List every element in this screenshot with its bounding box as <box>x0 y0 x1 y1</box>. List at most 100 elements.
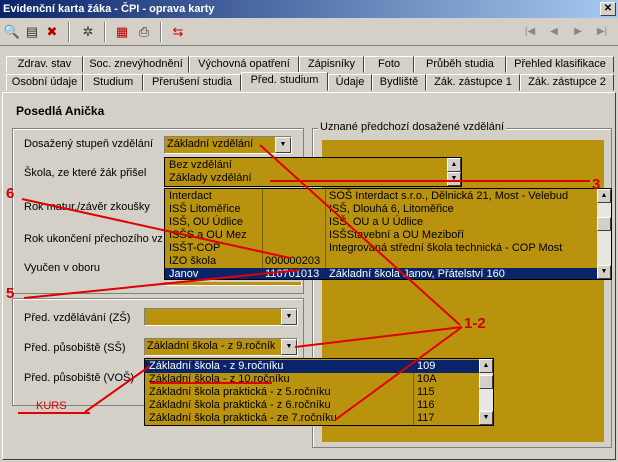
chevron-down-icon[interactable]: ▼ <box>275 137 291 153</box>
dosazeny-value: Základní vzdělání <box>167 138 254 150</box>
next-record-icon[interactable]: ▶ <box>568 22 588 42</box>
vyucen-combo[interactable] <box>164 282 302 286</box>
pusobiste-name: Základní škola - z 10.ročníku <box>149 373 290 385</box>
first-record-icon[interactable]: |◀ <box>520 22 540 42</box>
chevron-down-icon[interactable]: ▼ <box>281 339 297 355</box>
scroll-down-icon[interactable]: ▼ <box>597 265 611 279</box>
dropdown-pusobiste[interactable]: Základní škola - z 9.ročníku 109 Základní … <box>144 358 494 426</box>
pusobiste-name: Základní škola praktická - ze 7.ročníku <box>149 412 337 424</box>
copy-icon[interactable]: ▤ <box>22 22 42 42</box>
skola-code: ISŠ Litoměřice <box>169 203 241 215</box>
skola-izo: 116701013 <box>265 268 320 280</box>
tab-pred-studium[interactable]: Před. studium <box>241 72 328 91</box>
list-item[interactable]: Základy vzdělání <box>165 172 252 185</box>
scroll-down-icon[interactable]: ▼ <box>447 172 461 186</box>
list-item[interactable]: IZO škola 000000203 <box>165 255 597 268</box>
list-item[interactable]: Interdact SOŠ Interdact s.r.o., Dělnická … <box>165 190 597 203</box>
print-icon[interactable]: ⎙ <box>134 22 154 42</box>
list-item[interactable]: Základní škola praktická - z 6.ročníku 11… <box>145 399 479 412</box>
pred-pusobiste-vos-label: Před. působiště (VOŠ) <box>24 372 135 384</box>
gear-icon[interactable]: ✲ <box>78 22 98 42</box>
annotation-3: 3 <box>592 176 601 193</box>
last-record-icon[interactable]: ▶| <box>592 22 612 42</box>
scroll-up-icon[interactable]: ▲ <box>479 359 493 373</box>
vyucen-label: Vyučen v oboru <box>24 262 101 274</box>
skola-name: Základní škola Janov, Přátelství 160 <box>329 268 505 280</box>
prev-record-icon[interactable]: ◀ <box>544 22 564 42</box>
list-item[interactable]: ISŠS a OU Mez ISŠStavební a OU Meziboří <box>165 229 597 242</box>
tab-udaje[interactable]: Údaje <box>328 74 372 91</box>
window-title: Evidenční karta žáka - ČPI - oprava kart… <box>0 0 618 18</box>
tab-bydliste[interactable]: Bydliště <box>372 74 426 91</box>
annotation-1-2: 1-2 <box>464 315 486 332</box>
scrollbar[interactable]: ▲ ▼ <box>447 158 461 186</box>
list-item[interactable]: ISŠT-COP Integrovaná střední škola techni… <box>165 242 597 255</box>
skola-code: ISŠT-COP <box>169 242 221 254</box>
tab-zdrav-stav[interactable]: Zdrav. stav <box>6 56 83 73</box>
tab-prubeh-studia[interactable]: Průběh studia <box>414 56 506 73</box>
find-icon[interactable]: 🔍 <box>2 22 22 42</box>
dropdown-skola[interactable]: Interdact SOŠ Interdact s.r.o., Dělnická … <box>164 188 612 280</box>
dropdown-vzdelani[interactable]: Bez vzdělání Základy vzdělání ▲ ▼ <box>164 157 462 187</box>
close-button[interactable]: ✕ <box>600 2 616 16</box>
skola-name: Integrovaná střední škola technická - CO… <box>329 242 563 254</box>
swap-icon[interactable]: ⇆ <box>168 22 188 42</box>
tab-zak-zastupce-2[interactable]: Zák. zástupce 2 <box>520 74 614 91</box>
paste-icon[interactable]: ▦ <box>112 22 132 42</box>
skola-name: ISŠ, Dlouhá 6, Litoměřice <box>329 203 454 215</box>
list-item[interactable]: Základní škola - z 9.ročníku 109 <box>145 360 479 373</box>
tab-studium[interactable]: Studium <box>83 74 143 91</box>
pusobiste-code: 10A <box>417 373 437 385</box>
rok-ukonceni-label: Rok ukončení přechozího vz <box>24 233 163 245</box>
skola-label: Škola, ze které žák přišel <box>24 167 147 179</box>
scrollbar[interactable]: ▲ ▼ <box>597 189 611 279</box>
skola-code: ISŠS a OU Mez <box>169 229 247 241</box>
tab-zak-zastupce-1[interactable]: Zák. zástupce 1 <box>426 74 520 91</box>
toolbar: 🔍 ▤ ✖ ✲ ▦ ⎙ ⇆ |◀ ◀ ▶ ▶| <box>0 18 618 46</box>
tab-foto[interactable]: Foto <box>364 56 414 73</box>
pred-pusobiste-ss-label: Před. působiště (SŠ) <box>24 342 126 354</box>
annotation-kurs: KURS <box>36 400 67 412</box>
chevron-down-icon[interactable]: ▼ <box>281 309 297 325</box>
pusobiste-code: 117 <box>417 412 435 424</box>
tab-vychovna-opatreni[interactable]: Výchovná opatření <box>189 56 299 73</box>
uznane-title: Uznané předchozí dosažené vzdělání <box>318 121 507 133</box>
annotation-6: 6 <box>6 185 15 202</box>
tab-zapisniky[interactable]: Zápisníky <box>299 56 364 73</box>
tab-prehled-klasifikace[interactable]: Přehled klasifikace <box>506 56 614 73</box>
list-item[interactable]: Základní škola praktická - z 5.ročníku 11… <box>145 386 479 399</box>
skola-code: Janov <box>169 268 199 280</box>
tab-preruseni-studia[interactable]: Přerušení studia <box>143 74 241 91</box>
scroll-down-icon[interactable]: ▼ <box>479 411 493 425</box>
scroll-thumb[interactable] <box>479 375 493 389</box>
list-item[interactable]: Bez vzdělání <box>165 159 232 172</box>
pred-vzdelavani-combo[interactable]: ▼ <box>144 308 298 326</box>
list-item[interactable]: ISŠ, OU Údlice ISŠ, OU a U Údlice <box>165 216 597 229</box>
skola-code: Interdact <box>169 190 212 202</box>
pusobiste-code: 115 <box>417 386 435 398</box>
pred-pusobiste-ss-value: Základní škola - z 9.ročník <box>147 340 276 352</box>
list-item[interactable]: Základní škola praktická - ze 7.ročníku 1… <box>145 412 479 425</box>
list-item[interactable]: Základní škola - z 10.ročníku 10A <box>145 373 479 386</box>
pred-pusobiste-ss-combo[interactable]: Základní škola - z 9.ročník ▼ <box>144 338 298 356</box>
list-item[interactable]: Janov 116701013 Základní škola Janov, Přát… <box>165 268 597 280</box>
scrollbar[interactable]: ▲ ▼ <box>479 359 493 425</box>
pusobiste-name: Základní škola - z 9.ročníku <box>149 360 284 372</box>
scroll-thumb[interactable] <box>597 217 611 231</box>
skola-code: ISŠ, OU Údlice <box>169 216 243 228</box>
skola-code: IZO škola <box>169 255 217 267</box>
skola-name: ISŠ, OU a U Údlice <box>329 216 424 228</box>
annotation-5: 5 <box>6 285 15 302</box>
skola-name: ISŠStavební a OU Meziboří <box>329 229 465 241</box>
pusobiste-code: 116 <box>417 399 435 411</box>
tab-osobni-udaje[interactable]: Osobní údaje <box>6 74 83 91</box>
list-item[interactable]: ISŠ Litoměřice ISŠ, Dlouhá 6, Litoměřice <box>165 203 597 216</box>
student-name: Posedlá Anička <box>16 104 105 118</box>
pusobiste-name: Základní škola praktická - z 6.ročníku <box>149 399 331 411</box>
pred-vzdelavani-label: Před. vzdělávání (ZŠ) <box>24 312 131 324</box>
skola-name: SOŠ Interdact s.r.o., Dělnická 21, Most … <box>329 190 569 202</box>
scroll-up-icon[interactable]: ▲ <box>447 158 461 172</box>
delete-icon[interactable]: ✖ <box>42 22 62 42</box>
dosazeny-combo[interactable]: Základní vzdělání ▼ <box>164 136 292 154</box>
tab-soc-znevyhodneni[interactable]: Soc. znevýhodnění <box>83 56 189 73</box>
